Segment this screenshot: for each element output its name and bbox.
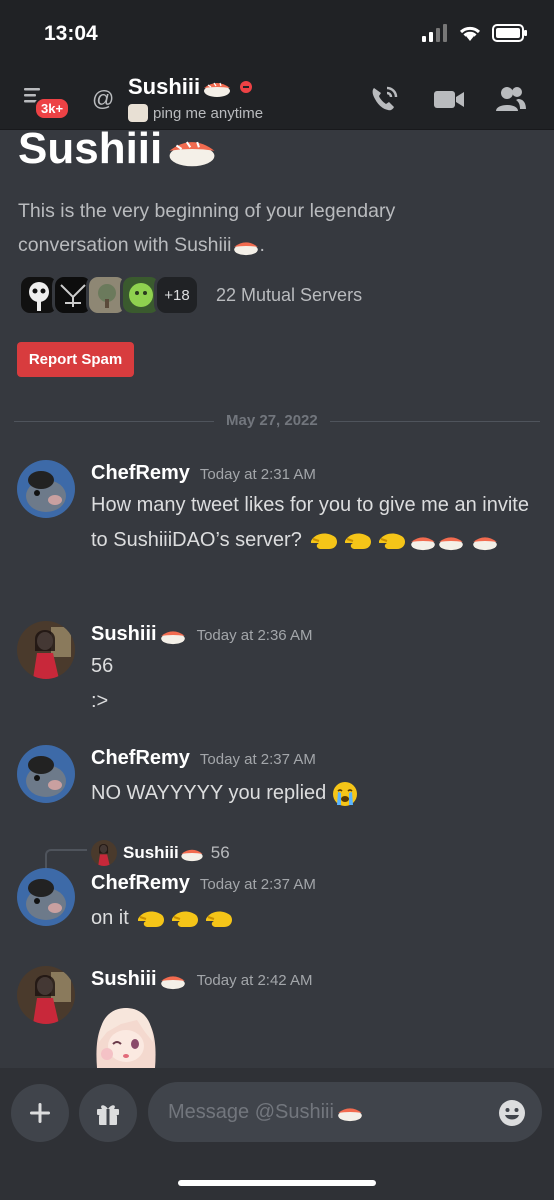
report-spam-button[interactable]: Report Spam: [17, 342, 134, 377]
avatar[interactable]: [17, 621, 75, 679]
at-icon: @: [92, 86, 115, 111]
author-line: ChefRemy Today at 2:37 AM: [91, 872, 316, 895]
mutual-servers-label: 22 Mutual Servers: [216, 284, 363, 305]
sushi-emoji-icon: [439, 537, 464, 550]
reply-avatar: [91, 840, 117, 866]
author-name[interactable]: ChefRemy: [91, 872, 190, 895]
message-content: 56 :>: [91, 649, 531, 719]
author-line: ChefRemy Today at 2:31 AM: [91, 462, 316, 485]
avatar[interactable]: [17, 868, 75, 926]
sushi-emoji-icon: [338, 1108, 362, 1122]
sushi-emoji-icon: [473, 537, 497, 550]
reply-author: Sushiii: [123, 843, 205, 863]
plus-icon: [30, 1103, 50, 1123]
avatar[interactable]: [17, 460, 75, 518]
message-content: NO WAYYYYY you replied: [91, 776, 531, 811]
emoji-picker-icon[interactable]: [498, 1099, 526, 1127]
header-username-text: Sushiii: [128, 74, 201, 99]
notification-badge: 3k+: [34, 97, 71, 120]
message-text: on it: [91, 907, 129, 929]
anime-girl-sticker[interactable]: [91, 1002, 161, 1068]
wifi-icon: [459, 26, 481, 41]
timestamp: Today at 2:37 AM: [199, 751, 316, 768]
sushi-emoji-icon: [160, 975, 185, 989]
header-custom-status: ping me anytime: [128, 104, 263, 122]
author-name[interactable]: Sushiii: [91, 623, 187, 646]
author-name[interactable]: Sushiii: [91, 968, 187, 991]
status-time: 13:04: [44, 22, 98, 45]
add-attachment-button[interactable]: [11, 1084, 69, 1142]
mutual-servers[interactable]: +18 22 Mutual Servers: [18, 274, 362, 316]
pinching-hand-emoji-icon: [172, 911, 199, 927]
conversation-intro: This is the very beginning of your legen…: [18, 194, 478, 262]
timestamp: Today at 2:37 AM: [199, 876, 316, 893]
pinching-hand-emoji-icon: [311, 533, 338, 549]
timestamp: Today at 2:42 AM: [196, 972, 313, 989]
voice-call-icon[interactable]: [368, 84, 402, 114]
gift-button[interactable]: [79, 1084, 137, 1142]
dnd-status-icon: [240, 81, 253, 93]
message-content: on it: [91, 901, 531, 936]
status-bar: 13:04: [0, 0, 554, 70]
sushi-emoji-icon: [204, 82, 231, 97]
reply-text: 56: [210, 843, 230, 862]
gift-icon: [97, 1105, 119, 1125]
message-text: 56: [91, 655, 114, 677]
sushi-emoji-icon: [181, 849, 203, 862]
date-divider-label: May 27, 2022: [214, 412, 330, 429]
more-servers-count: +18: [154, 274, 200, 316]
intro-text: This is the very beginning of your legen…: [18, 200, 396, 256]
loudly-crying-face-emoji-icon: [332, 781, 357, 806]
status-icons: [422, 24, 528, 42]
pinching-hand-emoji-icon: [138, 911, 165, 927]
signal-icon: [422, 24, 447, 42]
reply-connector: [45, 849, 87, 869]
author-name[interactable]: ChefRemy: [91, 462, 190, 485]
channel-header: 3k+ @ Sushiii ping me anytime: [0, 70, 554, 130]
author-line: ChefRemy Today at 2:37 AM: [91, 747, 316, 770]
sushi-emoji-icon: [233, 242, 258, 255]
reply-reference[interactable]: Sushiii 56: [91, 840, 230, 866]
timestamp: Today at 2:36 AM: [196, 627, 313, 644]
avatar[interactable]: [17, 966, 75, 1024]
battery-icon: [492, 24, 527, 42]
custom-status-text: ping me anytime: [153, 104, 264, 122]
custom-status-emoji-icon: [128, 104, 148, 122]
profile-name-text: Sushiii: [18, 124, 163, 173]
header-username[interactable]: Sushiii: [128, 74, 253, 100]
menu-button[interactable]: 3k+: [22, 82, 72, 120]
author-name[interactable]: ChefRemy: [91, 747, 190, 770]
video-call-icon[interactable]: [432, 84, 466, 114]
message-text: :>: [91, 690, 109, 712]
pinching-hand-emoji-icon: [379, 533, 406, 549]
profile-display-name: Sushiii: [18, 124, 218, 174]
message-content: How many tweet likes for you to give me …: [91, 488, 531, 558]
timestamp: Today at 2:31 AM: [199, 466, 316, 483]
sushi-emoji-icon: [169, 141, 215, 167]
author-line: Sushiii Today at 2:36 AM: [91, 623, 312, 646]
pinching-hand-emoji-icon: [206, 911, 233, 927]
intro-end: .: [259, 234, 265, 256]
sushi-emoji-icon: [160, 630, 185, 644]
home-indicator[interactable]: [178, 1180, 376, 1186]
avatar[interactable]: [17, 745, 75, 803]
pinching-hand-emoji-icon: [345, 533, 372, 549]
message-input-placeholder: Message @Sushiii: [168, 1101, 364, 1124]
message-text: NO WAYYYYY you replied: [91, 782, 327, 804]
message-input[interactable]: Message @Sushiii: [148, 1082, 542, 1142]
author-line: Sushiii Today at 2:42 AM: [91, 968, 312, 991]
members-icon[interactable]: [494, 84, 528, 114]
sushi-emoji-icon: [411, 537, 436, 550]
